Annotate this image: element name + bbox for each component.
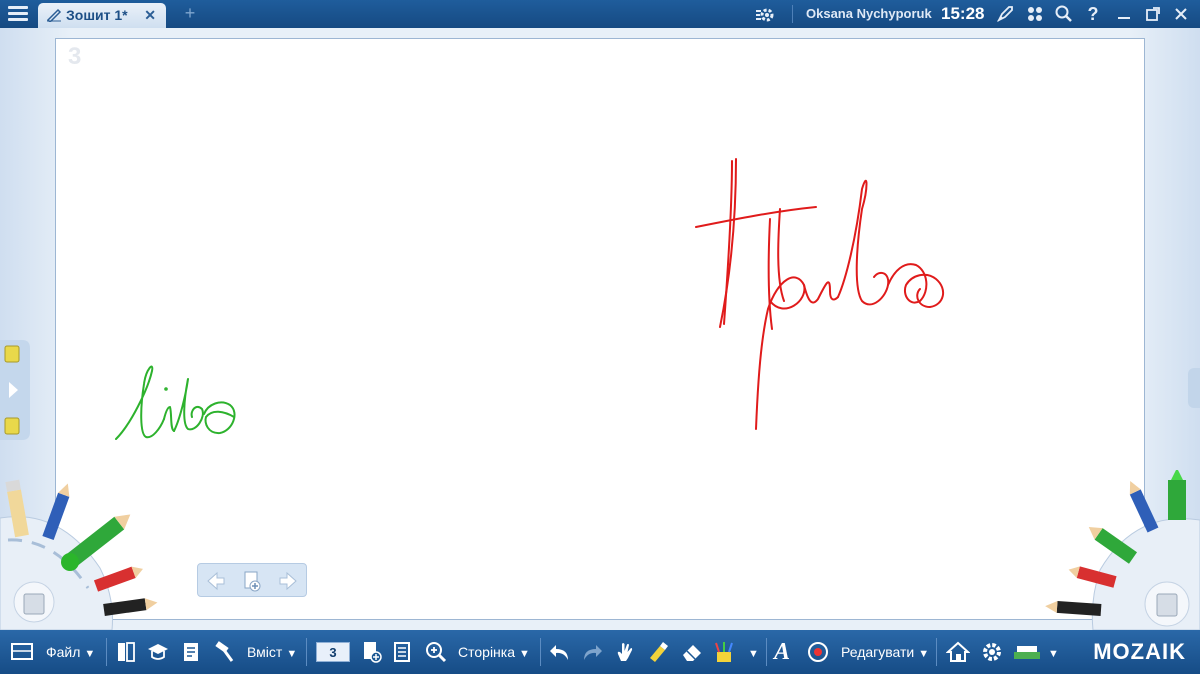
clock: 15:28 bbox=[941, 4, 985, 23]
toolbar-divider bbox=[540, 638, 541, 666]
restore-window-icon[interactable] bbox=[1142, 3, 1164, 25]
previous-page-icon[interactable] bbox=[204, 569, 228, 593]
black-pencil bbox=[103, 598, 158, 616]
right-side-panel-tab[interactable] bbox=[1188, 368, 1200, 408]
ink-libo bbox=[115, 365, 236, 440]
minimize-icon[interactable] bbox=[1113, 3, 1135, 25]
content-menu[interactable]: Вміст ▼ bbox=[247, 630, 297, 674]
edit-menu-label: Редагувати bbox=[841, 644, 915, 660]
book-icon[interactable] bbox=[114, 640, 138, 664]
add-page-toolbar-icon[interactable] bbox=[360, 640, 384, 664]
title-bar: Зошит 1* ✕ + Oksana Nychyporuk 15:28 ? bbox=[0, 0, 1200, 28]
close-icon[interactable] bbox=[1170, 3, 1192, 25]
page-number-input[interactable]: 3 bbox=[316, 642, 350, 662]
chevron-down-icon: ▼ bbox=[286, 648, 298, 660]
chevron-down-icon: ▼ bbox=[519, 648, 530, 660]
menu-button[interactable] bbox=[6, 4, 30, 24]
graduation-cap-icon[interactable] bbox=[146, 640, 170, 664]
eraser-icon[interactable] bbox=[680, 640, 704, 664]
chevron-down-icon: ▼ bbox=[918, 648, 930, 660]
ink-pravo bbox=[695, 158, 945, 430]
toolbar-divider bbox=[936, 638, 937, 666]
highlighter-pen bbox=[1168, 468, 1186, 520]
titlebar-divider bbox=[792, 5, 793, 23]
zoom-icon[interactable] bbox=[424, 640, 448, 664]
chevron-down-icon: ▼ bbox=[84, 648, 96, 660]
grid-apps-icon[interactable] bbox=[1024, 3, 1046, 25]
text-tool-icon[interactable]: A bbox=[774, 640, 798, 664]
layout-dropdown[interactable]: ▼ bbox=[1044, 630, 1059, 674]
page-nav-widget bbox=[197, 563, 307, 597]
add-tab-button[interactable]: + bbox=[178, 2, 202, 24]
hand-pointer-icon[interactable] bbox=[612, 640, 636, 664]
right-pen-tray bbox=[1035, 468, 1200, 635]
toolbar-divider bbox=[306, 638, 307, 666]
tab-notebook[interactable]: Зошит 1* ✕ bbox=[38, 3, 166, 28]
file-menu-icon[interactable] bbox=[10, 640, 34, 664]
layout-tray-icon[interactable] bbox=[1012, 640, 1040, 664]
undo-icon[interactable] bbox=[548, 640, 572, 664]
add-page-icon[interactable] bbox=[240, 569, 264, 593]
tab-title: Зошит 1* bbox=[66, 7, 128, 23]
blue-pencil-right bbox=[1129, 481, 1159, 533]
help-icon[interactable]: ? bbox=[1082, 3, 1104, 25]
settings-cog-icon[interactable] bbox=[754, 3, 776, 25]
left-side-panel-tab[interactable] bbox=[0, 340, 30, 440]
chevron-down-icon: ▼ bbox=[748, 648, 759, 660]
next-page-icon[interactable] bbox=[276, 569, 300, 593]
content-menu-label: Вміст bbox=[247, 644, 283, 660]
bottom-toolbar: Файл ▼ Вміст ▼ 3 Сторінка ▼ ▼ A Редагува… bbox=[0, 630, 1200, 674]
pencil-cup-icon[interactable] bbox=[712, 640, 736, 664]
mozaik-logo: MOZAIK bbox=[1093, 639, 1186, 664]
tools-dropdown[interactable]: ▼ bbox=[744, 630, 759, 674]
document-edit-icon[interactable] bbox=[180, 640, 204, 664]
ink-layer bbox=[115, 158, 945, 440]
file-menu[interactable]: Файл ▼ bbox=[46, 630, 95, 674]
page-list-icon[interactable] bbox=[390, 640, 414, 664]
home-icon[interactable] bbox=[945, 640, 971, 664]
redo-icon[interactable] bbox=[580, 640, 604, 664]
highlighter-icon[interactable] bbox=[646, 640, 670, 664]
rocket-icon[interactable] bbox=[994, 3, 1016, 25]
toolbar-divider bbox=[106, 638, 107, 666]
toolbar-divider bbox=[766, 638, 767, 666]
file-menu-label: Файл bbox=[46, 644, 81, 660]
search-icon[interactable] bbox=[1053, 3, 1075, 25]
whiteboard-canvas[interactable]: 3 bbox=[55, 38, 1145, 620]
edit-menu[interactable]: Редагувати ▼ bbox=[841, 630, 929, 674]
page-menu-label: Сторінка bbox=[458, 644, 515, 660]
hammer-icon[interactable] bbox=[212, 640, 236, 664]
left-pen-tray bbox=[0, 478, 165, 635]
tab-close-icon[interactable]: ✕ bbox=[144, 3, 156, 27]
pen-icon bbox=[46, 8, 62, 22]
pointer-target-icon[interactable] bbox=[806, 640, 830, 664]
user-name: Oksana Nychyporuk bbox=[806, 6, 932, 21]
page-menu[interactable]: Сторінка ▼ bbox=[458, 630, 530, 674]
chevron-down-icon: ▼ bbox=[1048, 648, 1059, 660]
gear-icon[interactable] bbox=[980, 640, 1004, 664]
